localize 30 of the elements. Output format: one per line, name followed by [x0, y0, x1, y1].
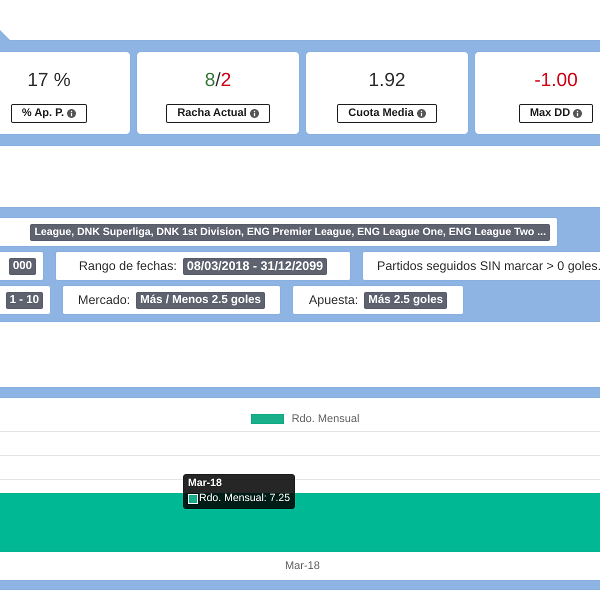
tooltip-title: Mar-18	[188, 476, 223, 491]
stat-label-button[interactable]: Cuota Media	[337, 104, 437, 123]
info-icon[interactable]	[573, 109, 582, 118]
filter-label: Mercado:	[78, 292, 130, 309]
stat-value: 2	[220, 70, 232, 91]
filter-value: 08/03/2018 - 31/12/2099	[182, 258, 328, 274]
filter-value: 1 - 10	[6, 292, 43, 308]
tooltip-text: Rdo. Mensual: 7.25	[199, 491, 290, 506]
filter-label: Apuesta:	[308, 292, 358, 309]
info-icon[interactable]	[416, 109, 426, 118]
stat-label-button[interactable]: Racha Actual	[166, 104, 270, 123]
filter-value: Más / Menos 2.5 goles	[136, 292, 265, 308]
x-axis-label: Mar-18	[285, 559, 320, 574]
stat-label-button[interactable]: Max DD	[518, 104, 594, 123]
filter-label: Partidos seguidos SIN marcar > 0 goles.	[377, 258, 600, 275]
filter-value: 000	[8, 258, 36, 274]
stat-value: -1.00	[534, 70, 578, 91]
info-icon[interactable]	[250, 109, 259, 118]
legend-swatch	[188, 494, 198, 504]
legend-label[interactable]: Rdo. Mensual	[292, 411, 360, 428]
stat-label-button[interactable]: % Ap. P.	[10, 104, 88, 123]
filter-label: Rango de fechas:	[78, 258, 177, 275]
stat-value: 17 %	[27, 70, 71, 91]
stat-value: 1.92	[368, 70, 406, 91]
stat-separator: /	[215, 70, 221, 91]
legend-swatch	[250, 414, 284, 424]
filter-value: League, DNK Superliga, DNK 1st Division, ENG Premier League, ENG League One, ENG League Two ...	[30, 224, 550, 240]
filter-value: Más 2.5 goles	[364, 292, 448, 308]
stat-value: 8	[204, 70, 216, 91]
info-icon[interactable]	[67, 109, 76, 118]
